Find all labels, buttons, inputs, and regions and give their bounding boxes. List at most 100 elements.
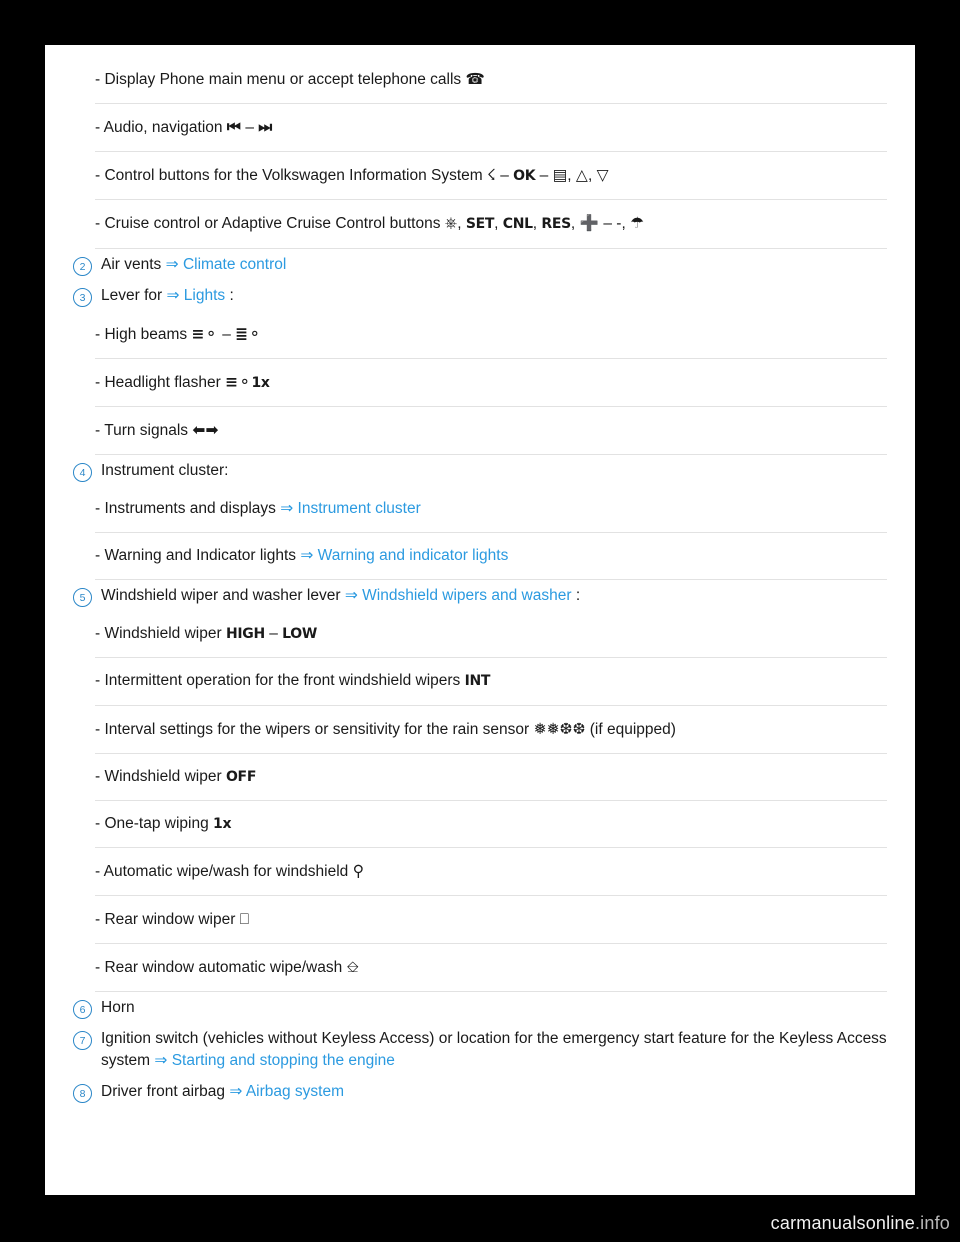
low-beam-icon: ≣⚬ [235,324,262,343]
item-text: - Instruments and displays [95,499,276,517]
item-text: - One-tap wiping [95,814,209,832]
document-content: - Display Phone main menu or accept tele… [45,45,915,1107]
watermark-main: carmanualsonline [770,1213,915,1233]
item-number-badge: 2 [73,256,92,276]
list-item: - Instruments and displays ⇒ Instrument … [95,486,887,534]
numbered-item: 6 Horn [73,992,887,1023]
numbered-item: 4 Instrument cluster: [73,455,887,486]
skip-back-icon: ⏮ [226,118,242,137]
item-text: Driver front airbag [101,1082,226,1100]
item-number-badge: 3 [73,287,92,307]
cross-reference-arrow-icon: ⇒ [165,255,179,273]
item-text: - Audio, navigation [95,119,223,137]
comma: , [570,215,576,233]
numbered-item: 7 Ignition switch (vehicles without Keyl… [73,1023,887,1075]
comma: , [494,215,499,233]
cross-reference-link[interactable]: Lights [184,287,225,304]
item-text: - Cruise control or Adaptive Cruise Cont… [95,215,441,233]
wiper-off-label: OFF [225,768,257,785]
ok-button-label: OK [513,168,536,185]
rain-sensor-drops-icon: ❅❅❆❆ [533,719,586,738]
cross-reference-link[interactable]: Climate control [183,256,286,273]
set-button-label: SET [465,216,495,233]
item-text: Lever for [101,286,163,304]
list-item: - Windshield wiper OFF [95,754,887,801]
item-text: Air vents [101,255,162,273]
dash-separator: – [539,167,549,185]
numbered-item: 5 Windshield wiper and washer lever ⇒ Wi… [73,580,887,611]
numbered-item: 3 Lever for ⇒ Lights : [73,280,887,311]
comma: , [457,215,462,233]
down-triangle-icon: ▽ [596,166,609,185]
dash-separator: – [245,119,254,137]
item-number-badge: 5 [73,588,92,608]
cross-reference-arrow-icon: ⇒ [280,499,294,517]
item-text: - Windshield wiper [95,767,222,785]
distance-icon: ☂ [630,214,644,233]
item-text-wrapper: Horn [101,997,887,1019]
wiper-high-label: HIGH [225,626,265,643]
cross-reference-link[interactable]: Warning and indicator lights [318,547,509,564]
wiper-low-label: LOW [282,626,318,643]
cross-reference-link[interactable]: Starting and stopping the engine [172,1052,395,1069]
cross-reference-arrow-icon: ⇒ [344,587,358,605]
list-item: - Intermittent operation for the front w… [95,658,887,706]
item-text-wrapper: Instrument cluster: [101,460,887,482]
cross-reference-link[interactable]: Windshield wipers and washer [362,587,571,604]
cruise-onoff-icon: ⎈ [444,214,458,233]
dash-separator: – [269,625,278,643]
item-text: - Control buttons for the Volkswagen Inf… [95,167,483,185]
rear-wiper-icon: ⎕ [239,910,250,929]
item-text: - Intermittent operation for the front w… [95,672,461,690]
cnl-button-label: CNL [502,216,533,233]
item-text-wrapper: Windshield wiper and washer lever ⇒ Wind… [101,585,887,607]
comma: , [567,167,572,185]
item-text-wrapper: Air vents ⇒ Climate control [101,254,887,276]
item-text: - Windshield wiper [95,625,222,643]
cross-reference-link[interactable]: Airbag system [246,1083,344,1100]
wiper-int-label: INT [464,673,491,690]
phone-handset-icon: ☎ [465,70,486,88]
item-text: Windshield wiper and washer lever [101,587,341,605]
windshield-wash-icon: ⚲ [352,861,364,880]
dash-separator: – [222,325,231,343]
dash-separator: – [603,215,612,233]
list-item: - Rear window automatic wipe/wash ⎒ [95,944,887,993]
menu-icon: ▤ [552,166,568,185]
site-watermark: carmanualsonline.info [771,1213,950,1234]
list-item: - Turn signals ⬅➡ [95,407,887,455]
item-text: Instrument cluster: [101,461,229,479]
list-item: - Windshield wiper HIGH – LOW [95,611,887,659]
res-button-label: RES [541,216,571,233]
item-text: - Rear window wiper [95,911,236,929]
item-trailing: : [575,587,581,605]
numbered-item: 2 Air vents ⇒ Climate control [73,249,887,280]
item-number-badge: 4 [73,462,92,482]
item-text: - Turn signals [95,421,189,439]
skip-forward-icon: ⏭ [258,118,273,137]
item-text: Horn [101,999,135,1017]
turn-signal-left-icon: ⬅ [192,420,206,439]
item-number-badge: 6 [73,1000,92,1020]
rear-wash-icon: ⎒ [346,958,359,977]
flasher-count-label: 1x [251,374,270,391]
comma: , [587,167,593,185]
list-item: - Rear window wiper ⎕ [95,896,887,945]
item-text: - Warning and Indicator lights [95,547,297,565]
turn-signal-right-icon: ➡ [205,420,219,439]
item-text: - Rear window automatic wipe/wash [95,959,343,977]
list-item: - Display Phone main menu or accept tele… [95,59,887,105]
reset-icon: ☇ [487,166,496,185]
item-text-wrapper: Lever for ⇒ Lights : [101,285,887,307]
cross-reference-arrow-icon: ⇒ [300,547,314,565]
item-text: - Automatic wipe/wash for windshield [95,862,349,880]
item-suffix: (if equipped) [589,720,676,738]
list-item: - Cruise control or Adaptive Cruise Cont… [95,200,887,249]
one-tap-label: 1x [213,815,232,832]
item-text-wrapper: Driver front airbag ⇒ Airbag system [101,1081,887,1103]
list-item: - Warning and Indicator lights ⇒ Warning… [95,533,887,581]
item-number-badge: 7 [73,1031,92,1051]
high-beam-icon: ≡⚬ [191,324,218,343]
comma: , [532,215,538,233]
cross-reference-link[interactable]: Instrument cluster [298,500,421,517]
